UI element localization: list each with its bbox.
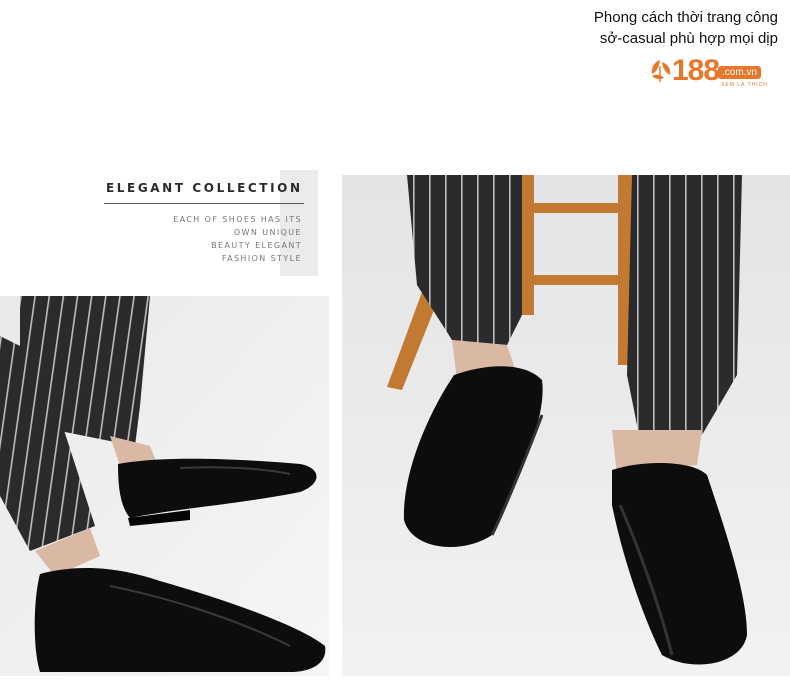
left-shoe-photo [0,296,329,676]
logo-number: 188 [672,54,720,87]
logo-domain: .com.vn [718,66,762,79]
promo-caption: Phong cách thời trang công sở-casual phù… [478,7,778,49]
title-divider [104,203,304,204]
left-photo-art [0,296,329,676]
leaf-logo-icon [651,60,671,82]
collection-title: ELEGANT COLLECTION [106,181,303,195]
right-photo-art [342,175,790,676]
caption-line-1: Phong cách thời trang công [593,9,778,26]
desc-line: BEAUTY ELEGANT [211,241,302,250]
right-shoe-photo [342,175,790,676]
desc-line: FASHION STYLE [221,254,302,263]
logo-tagline: XEM LÀ THÍCH [721,82,768,88]
desc-line: OWN UNIQUE [233,228,302,237]
brand-logo: 188 .com.vn XEM LÀ THÍCH [646,54,776,92]
desc-line: EACH OF SHOES HAS ITS [173,215,302,224]
caption-line-2: sở-casual phù hợp mọi dịp [599,30,778,47]
collection-description: EACH OF SHOES HAS ITS OWN UNIQUE BEAUTY … [173,213,302,265]
